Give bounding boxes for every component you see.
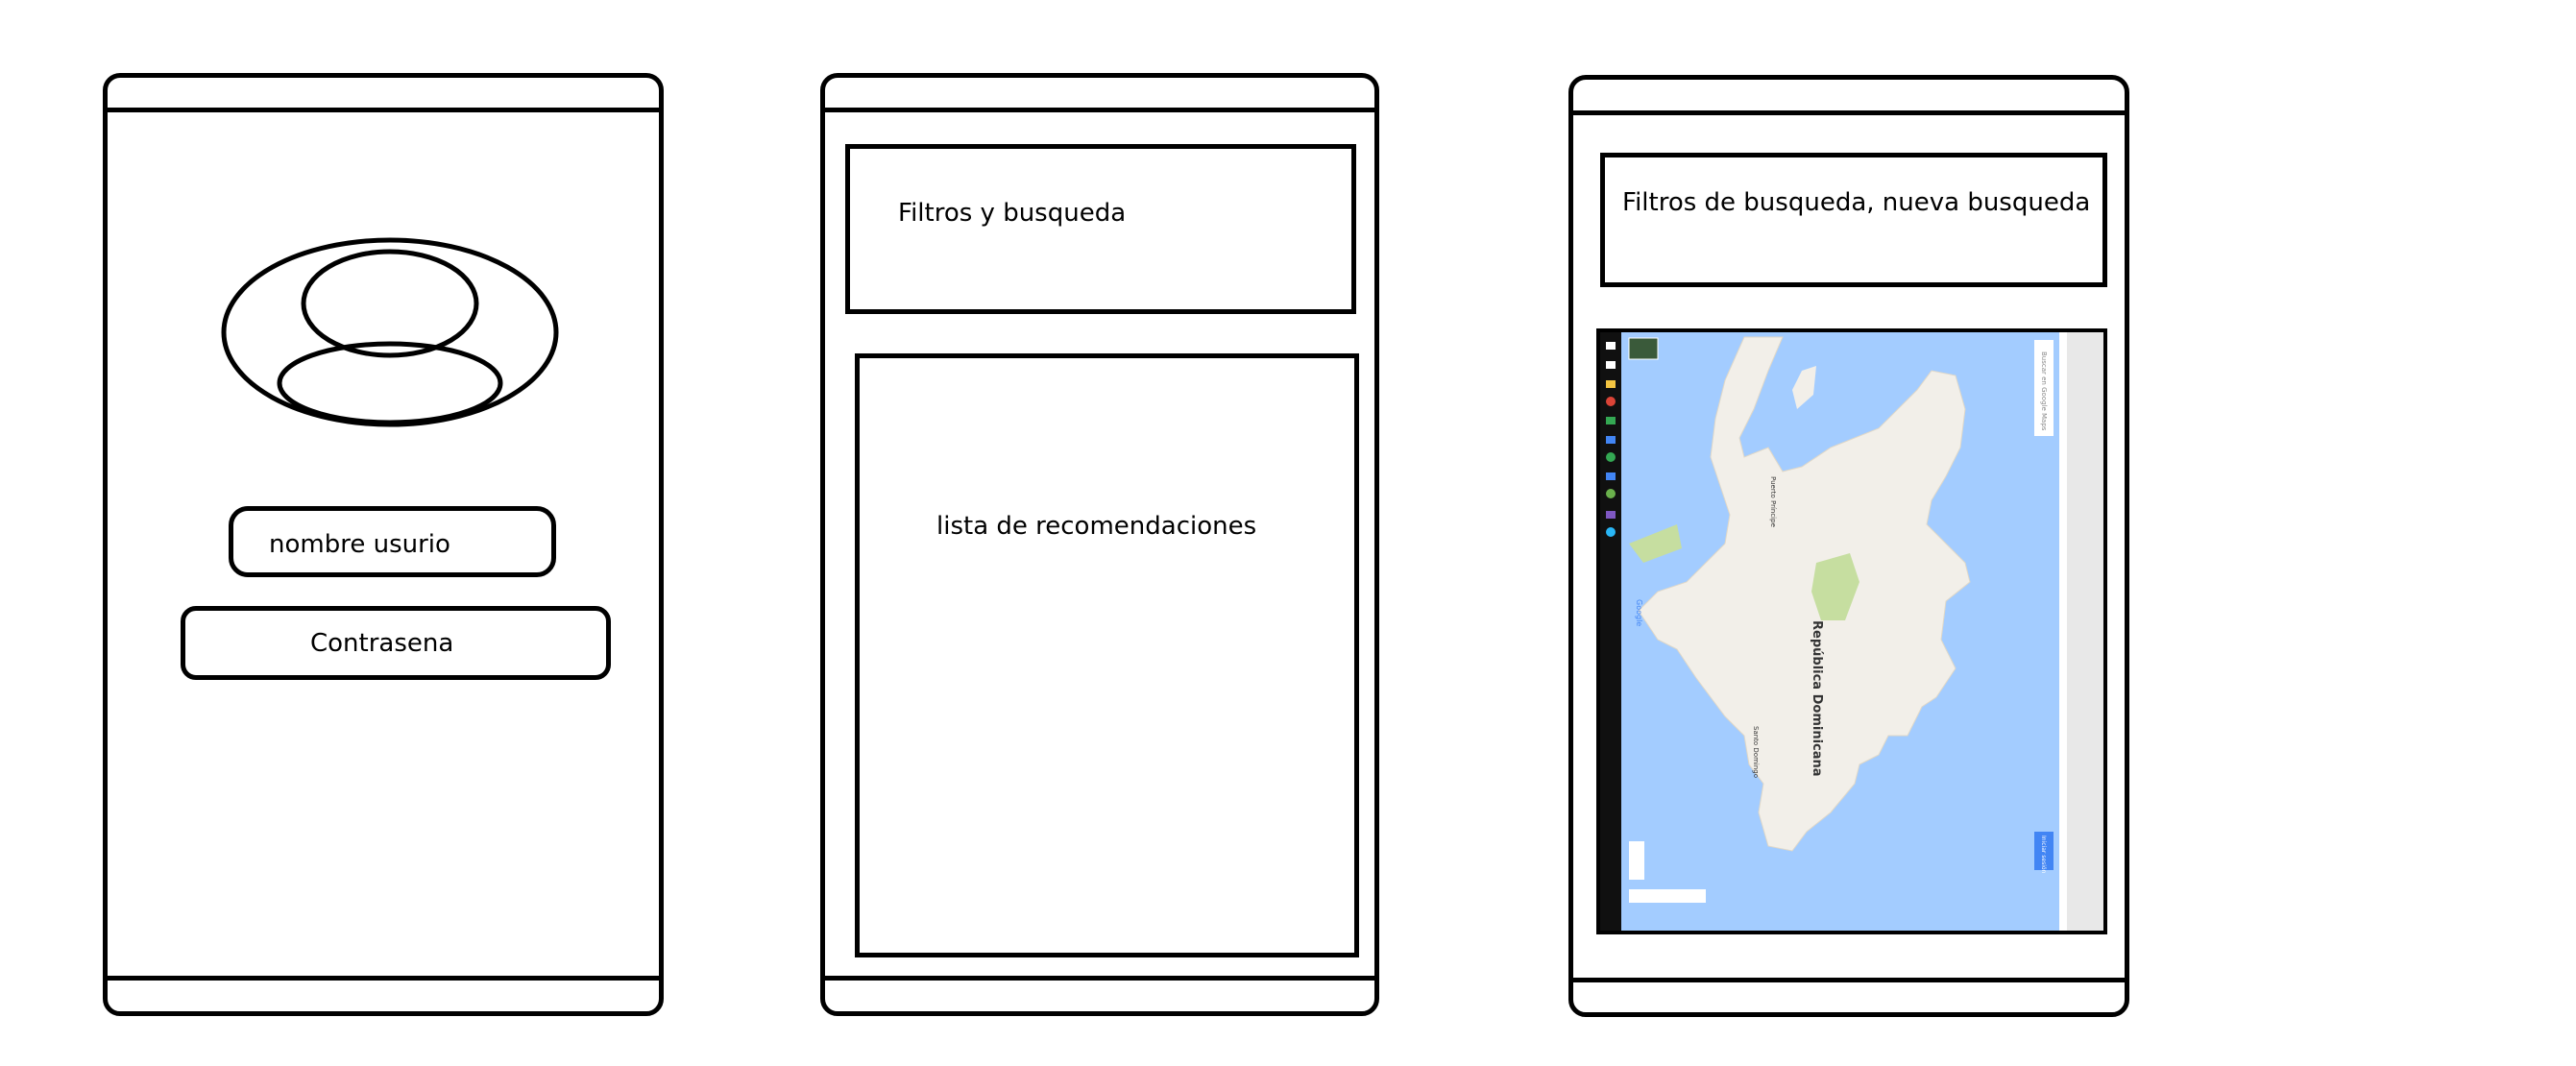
map-search-placeholder: Buscar en Google Maps	[2040, 351, 2048, 431]
city-label: Puerto Príncipe	[1769, 476, 1777, 527]
filters-search-label: Filtros y busqueda	[898, 199, 1127, 228]
country-label: República Dominicana	[1810, 620, 1824, 777]
recommendations-list-label: lista de recomendaciones	[936, 512, 1257, 541]
sign-in-label: Iniciar sesión	[2040, 836, 2047, 874]
nav-bar-divider	[1573, 978, 2125, 982]
map-filters-panel[interactable]: Filtros de busqueda, nueva busqueda	[1600, 153, 2107, 287]
browser-address-bar	[2059, 332, 2067, 931]
nav-bar-divider	[108, 976, 659, 981]
satellite-thumbnail	[1628, 337, 1659, 360]
password-field[interactable]: Contrasena	[181, 606, 611, 680]
filters-search-panel[interactable]: Filtros y busqueda	[845, 144, 1356, 314]
city-label: Santo Domingo	[1752, 726, 1760, 778]
status-bar-divider	[1573, 110, 2125, 115]
recommendations-list[interactable]: lista de recomendaciones	[855, 353, 1359, 957]
browser-tab-strip	[2065, 332, 2103, 931]
password-label: Contrasena	[310, 629, 454, 658]
google-logo: Google	[1635, 599, 1643, 626]
status-bar-divider	[108, 108, 659, 112]
status-bar-divider	[825, 108, 1374, 112]
nav-bar-divider	[825, 976, 1374, 981]
zoom-controls[interactable]	[1629, 889, 1706, 903]
layers-panel[interactable]	[1629, 841, 1644, 880]
username-field[interactable]: nombre usurio	[229, 506, 556, 577]
username-label: nombre usurio	[269, 530, 450, 559]
map-filters-label: Filtros de busqueda, nueva busqueda	[1622, 188, 2091, 217]
map-view[interactable]: Buscar en Google Maps Iniciar sesión Rep…	[1596, 328, 2107, 934]
user-avatar-icon	[221, 237, 559, 427]
